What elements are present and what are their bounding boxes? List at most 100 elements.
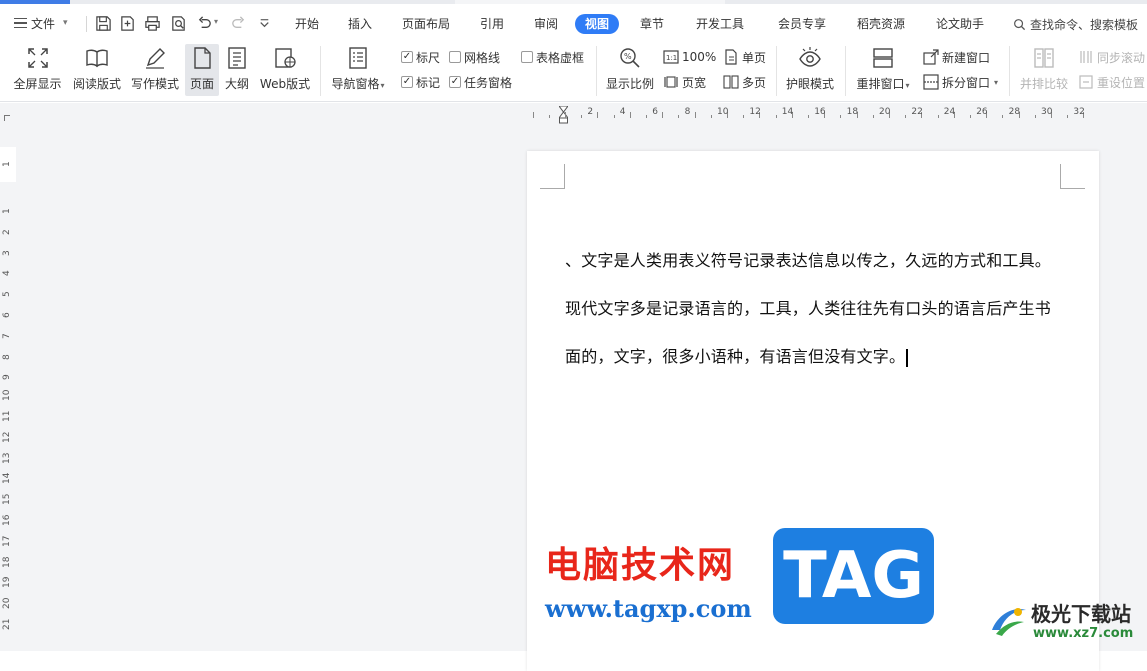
ruler-tick — [565, 112, 566, 118]
checkbox-unchecked-icon — [521, 51, 533, 63]
ruler-number: 14 — [2, 472, 12, 485]
new-window-button[interactable]: 新建窗口 — [923, 48, 990, 66]
ruler-number: 20 — [2, 597, 12, 610]
save-icon — [95, 15, 111, 31]
reading-layout-button[interactable]: 阅读版式 — [70, 44, 124, 92]
svg-text:%: % — [624, 52, 632, 61]
marks-checkbox[interactable]: ✓ 标记 — [401, 74, 440, 90]
ruler-number: 7 — [2, 333, 12, 339]
ruler-number: 2 — [2, 229, 12, 235]
ruler-tick — [905, 115, 907, 118]
text-cursor — [906, 348, 908, 367]
ruler-tick — [581, 115, 583, 118]
ruler-tick — [1002, 115, 1004, 118]
zoom-label: 显示比例 — [605, 77, 654, 91]
tab-sections[interactable]: 章节 — [640, 14, 664, 34]
vertical-ruler[interactable]: 1 1 2 3 4 5 6 7 8 9 10 11 12 13 14 15 16 17 18 19 20 21 — [0, 147, 16, 651]
command-search[interactable]: 查找命令、搜索模板 — [1013, 14, 1147, 34]
ruler-number: 5 — [2, 291, 12, 298]
ruler-number: 9 — [2, 374, 12, 381]
undo-icon — [198, 15, 211, 28]
eye-protection-button[interactable]: 护眼模式 — [783, 44, 837, 92]
undo-button[interactable] — [195, 14, 213, 32]
ruler-checkbox-label: 标尺 — [416, 50, 441, 65]
outline-button[interactable]: 大纲 — [222, 44, 252, 92]
ruler-number: 6 — [2, 312, 12, 318]
reset-position-button[interactable]: 重设位置 — [1078, 73, 1145, 91]
single-page-label: 单页 — [742, 50, 767, 65]
page-view-button[interactable]: 页面 — [185, 44, 219, 96]
ruler-number: 1 — [2, 161, 12, 167]
ribbon-divider — [320, 46, 321, 96]
tab-references[interactable]: 引用 — [480, 14, 504, 34]
tab-insert[interactable]: 插入 — [348, 14, 372, 34]
ruler-checkbox[interactable]: ✓ 标尺 — [401, 49, 440, 65]
ruler-tick — [597, 112, 599, 118]
horizontal-ruler[interactable]: 2 4 6 8 10 12 14 16 18 20 22 24 26 28 30 32 — [527, 103, 1099, 127]
split-window-button[interactable]: 拆分窗口 ▾ — [923, 73, 998, 91]
gridlines-checkbox[interactable]: 网格线 — [449, 49, 500, 65]
tab-page-layout[interactable]: 页面布局 — [402, 14, 450, 34]
ruler-number: 17 — [2, 535, 12, 547]
document-paragraph[interactable]: 现代文字多是记录语言的，工具，人类往往先有口头的语言后产生书 — [565, 295, 1051, 319]
fullscreen-label: 全屏显示 — [13, 77, 62, 91]
table-gridlines-checkbox[interactable]: 表格虚框 — [521, 49, 584, 65]
marks-checkbox-label: 标记 — [416, 75, 441, 90]
tab-docer[interactable]: 稻壳资源 — [857, 14, 905, 34]
undo-dropdown-icon[interactable]: ▾ — [214, 17, 218, 26]
tab-review[interactable]: 审阅 — [534, 14, 558, 34]
document-paragraph[interactable]: 面的，文字，很多小语种，有语言但没有文字。 — [565, 343, 908, 367]
book-icon — [86, 49, 108, 68]
fullscreen-icon — [27, 48, 48, 68]
indent-marker-icon[interactable] — [559, 106, 568, 124]
ruler-number: 10 — [2, 389, 12, 402]
file-menu-button[interactable]: 文件 ▾ — [14, 12, 68, 34]
save-button[interactable] — [94, 14, 112, 32]
chevron-down-icon: ▾ — [994, 77, 999, 87]
ruler-number: 26 — [976, 107, 988, 117]
sync-scroll-button[interactable]: 同步滚动 — [1078, 48, 1145, 66]
tab-member[interactable]: 会员专享 — [778, 14, 826, 34]
single-page-button[interactable]: 单页 — [723, 48, 766, 66]
document-paragraph[interactable]: 、文字是人类用表义符号记录表达信息以传之，久远的方式和工具。 — [565, 247, 1051, 271]
multi-page-button[interactable]: 多页 — [723, 73, 766, 91]
page-view-label: 页面 — [189, 77, 214, 91]
zoom-button[interactable]: % 显示比例 — [604, 44, 656, 92]
task-pane-checkbox[interactable]: ✓ 任务窗格 — [449, 74, 512, 90]
writing-mode-button[interactable]: 写作模式 — [129, 44, 181, 92]
ruler-tick — [840, 115, 842, 118]
tab-developer[interactable]: 开发工具 — [696, 14, 744, 34]
ruler-number: 14 — [781, 107, 794, 117]
watermark-xz7: 极光下载站 www.xz7.com — [988, 598, 1147, 651]
ruler-number: 18 — [846, 107, 859, 117]
ribbon-divider — [1009, 46, 1010, 96]
print-button[interactable] — [143, 14, 161, 32]
ruler-number: 4 — [2, 270, 12, 277]
ruler-number: 8 — [2, 353, 12, 360]
rearrange-windows-button[interactable]: 重排窗口▾ — [852, 44, 914, 92]
zoom-100-button[interactable]: 1:1 100% — [663, 48, 716, 66]
watermark-tag-logo: TAG — [773, 528, 934, 624]
export-pdf-button[interactable] — [118, 14, 136, 32]
ruler-number: 32 — [1073, 107, 1085, 117]
print-preview-button[interactable] — [169, 14, 187, 32]
navigation-pane-button[interactable]: 导航窗格▾ — [328, 44, 388, 92]
page-width-button[interactable]: 页宽 — [663, 73, 706, 91]
ruler-number: 22 — [911, 107, 923, 117]
ruler-tick — [775, 115, 777, 118]
customize-quick-access-button[interactable] — [255, 14, 273, 32]
ruler-tick — [694, 112, 696, 118]
tab-thesis-assistant[interactable]: 论文助手 — [936, 14, 984, 34]
one-to-one-icon: 1:1 — [663, 50, 679, 64]
ruler-number: 20 — [879, 107, 891, 117]
redo-button[interactable] — [229, 14, 247, 32]
tab-home[interactable]: 开始 — [295, 14, 319, 34]
page-icon — [194, 47, 211, 69]
printer-icon — [144, 15, 160, 31]
fullscreen-button[interactable]: 全屏显示 — [10, 44, 65, 92]
web-layout-button[interactable]: Web版式 — [258, 44, 312, 92]
side-by-side-button[interactable]: 并排比较 — [1017, 44, 1071, 92]
tab-view[interactable]: 视图 — [575, 14, 620, 34]
ruler-number: 28 — [1008, 107, 1021, 117]
ruler-number: 24 — [943, 107, 956, 117]
